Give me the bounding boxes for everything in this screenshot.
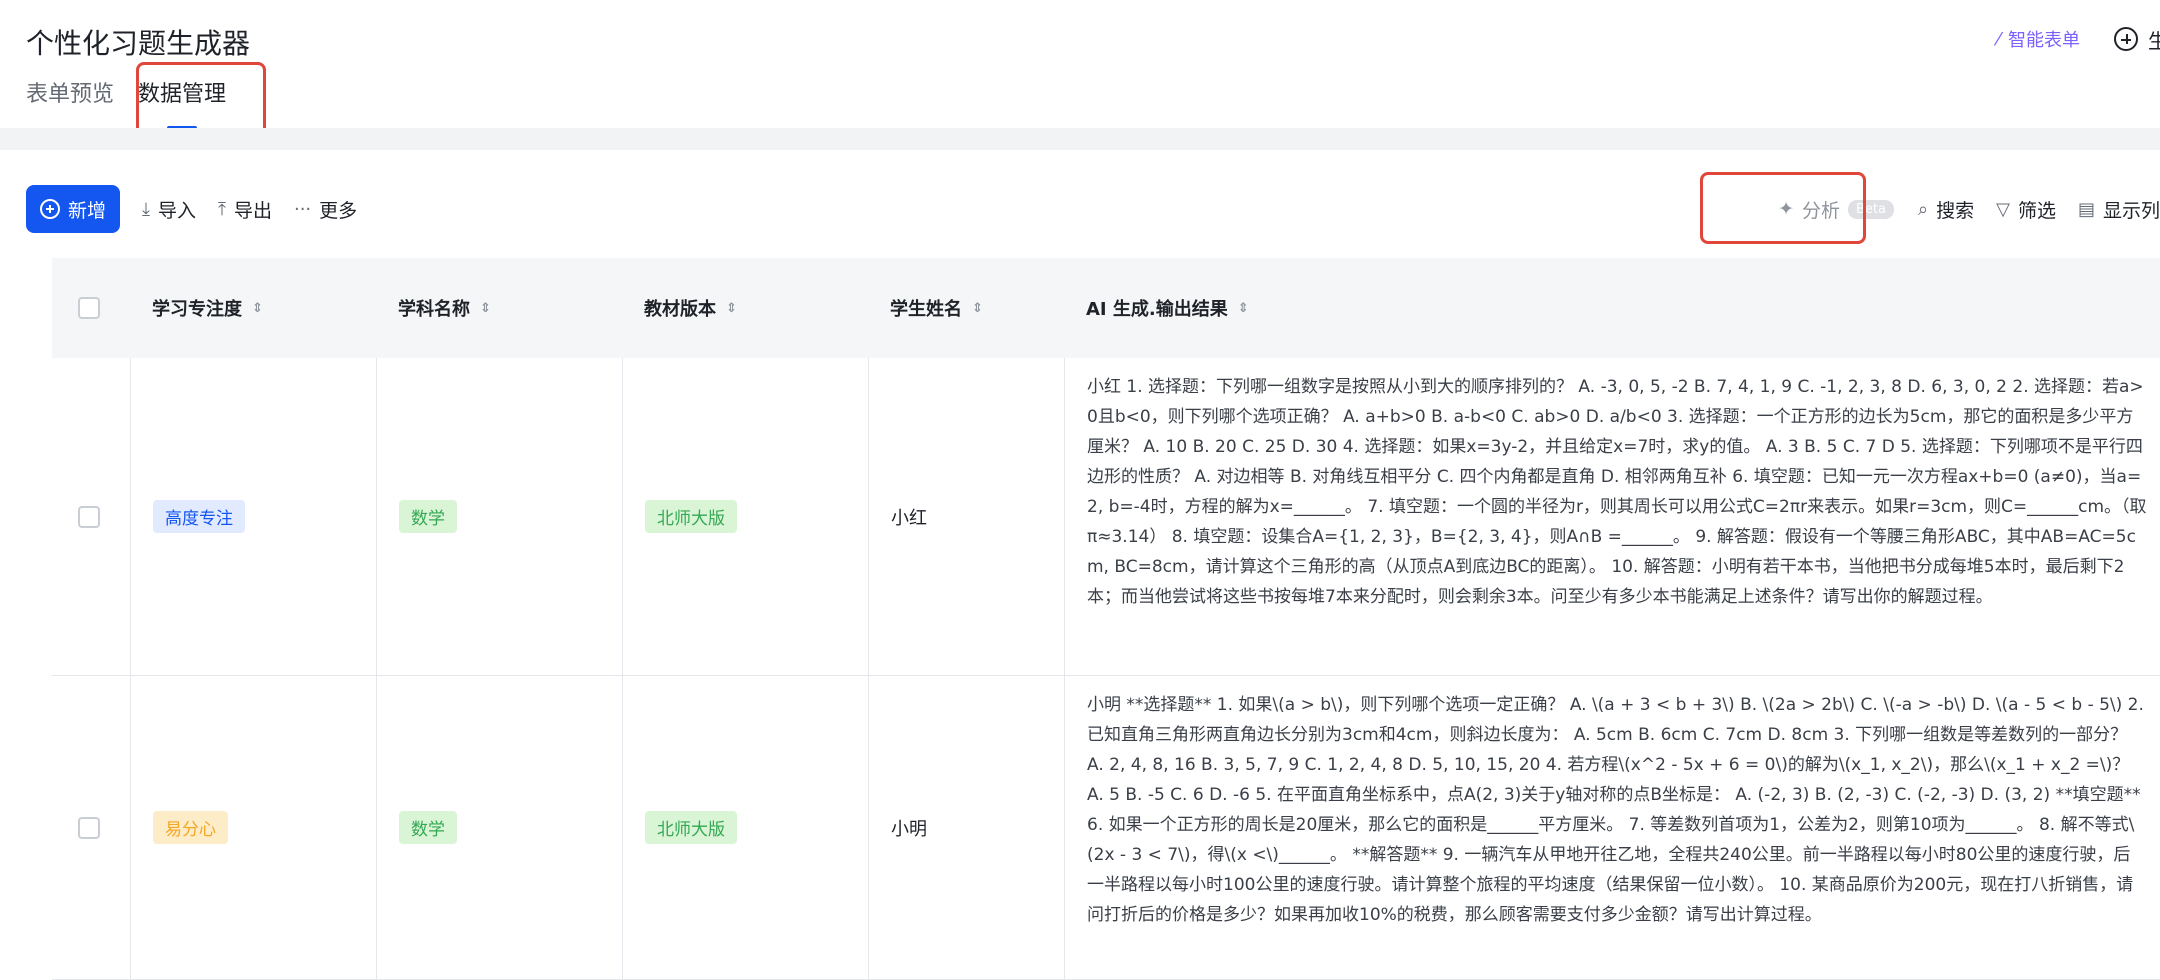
row-checkbox[interactable]	[78, 505, 100, 528]
smart-form-label: 智能表单	[2008, 30, 2080, 51]
import-button[interactable]: ⤓ 导入	[142, 196, 196, 223]
highlight-box-analyze	[1700, 172, 1866, 244]
more-label: 更多	[319, 199, 358, 222]
sort-icon[interactable]: ⇕	[1238, 301, 1249, 316]
create-button[interactable]: 生	[2114, 25, 2160, 54]
focus-cell[interactable]: 高度专注	[130, 358, 376, 675]
subject-cell[interactable]: 数学	[376, 676, 622, 979]
column-header-edition[interactable]: 教材版本 ⇕	[622, 295, 868, 321]
create-label: 生	[2148, 28, 2160, 53]
row-checkbox[interactable]	[78, 816, 100, 839]
top-bar: 个性化习题生成器 ⁄ 智能表单 生 表单预览 数据管理	[0, 0, 2160, 130]
student-name: 小红	[891, 507, 927, 529]
row-select	[52, 676, 130, 979]
table-header: 学习专注度 ⇕ 学科名称 ⇕ 教材版本 ⇕ 学生姓名 ⇕ AI 生成.输出结果 …	[52, 258, 2160, 358]
student-name: 小明	[891, 818, 927, 840]
subject-cell[interactable]: 数学	[376, 358, 622, 675]
column-title: AI 生成.输出结果	[1086, 299, 1228, 320]
import-label: 导入	[157, 199, 196, 222]
table-row[interactable]: 易分心 数学 北师大版 小明 小明 **选择题** 1. 如果\(a > b\)…	[52, 676, 2160, 980]
plus-circle-icon	[2114, 27, 2138, 51]
column-title: 学生姓名	[890, 299, 962, 320]
highlight-box-tab	[136, 62, 266, 136]
subject-tag: 数学	[399, 811, 457, 844]
header-select-all	[52, 297, 130, 319]
search-icon: ⌕	[1918, 198, 1929, 220]
column-title: 教材版本	[644, 299, 716, 320]
top-right-actions: ⁄ 智能表单 生	[1997, 22, 2160, 56]
sort-icon[interactable]: ⇕	[726, 301, 737, 316]
column-header-ai-output[interactable]: AI 生成.输出结果 ⇕	[1064, 295, 2160, 321]
student-cell[interactable]: 小明	[868, 676, 1064, 979]
select-all-checkbox[interactable]	[78, 297, 100, 319]
edition-tag: 北师大版	[645, 500, 737, 533]
data-table: 学习专注度 ⇕ 学科名称 ⇕ 教材版本 ⇕ 学生姓名 ⇕ AI 生成.输出结果 …	[52, 258, 2160, 980]
focus-tag: 易分心	[153, 811, 228, 844]
app-title: 个性化习题生成器	[26, 27, 251, 60]
sort-icon[interactable]: ⇕	[480, 301, 491, 316]
sort-icon[interactable]: ⇕	[252, 301, 263, 316]
more-button[interactable]: ··· 更多	[294, 196, 357, 223]
sort-icon[interactable]: ⇕	[972, 301, 983, 316]
export-label: 导出	[233, 199, 272, 222]
column-header-focus[interactable]: 学习专注度 ⇕	[130, 295, 376, 321]
column-header-subject[interactable]: 学科名称 ⇕	[376, 295, 622, 321]
column-title: 学科名称	[398, 299, 470, 320]
sparkle-icon: ⁄	[1996, 28, 2000, 50]
edition-tag: 北师大版	[645, 811, 737, 844]
ai-output-cell[interactable]: 小红 1. 选择题：下列哪一组数字是按照从小到大的顺序排列的？ A. -3, 0…	[1064, 358, 2160, 675]
table-row[interactable]: 高度专注 数学 北师大版 小红 小红 1. 选择题：下列哪一组数字是按照从小到大…	[52, 358, 2160, 676]
ai-output-text: 小红 1. 选择题：下列哪一组数字是按照从小到大的顺序排列的？ A. -3, 0…	[1087, 377, 2147, 607]
download-icon: ⤓	[142, 198, 150, 220]
columns-icon: ▤	[2077, 198, 2095, 220]
upload-icon: ⤒	[218, 198, 226, 220]
content-separator	[0, 128, 2160, 150]
show-columns-label: 显示列	[2102, 199, 2160, 222]
column-title: 学习专注度	[152, 299, 242, 320]
student-cell[interactable]: 小红	[868, 358, 1064, 675]
column-header-student[interactable]: 学生姓名 ⇕	[868, 295, 1064, 321]
smart-form-link[interactable]: ⁄ 智能表单	[1997, 26, 2080, 52]
tab-form-preview[interactable]: 表单预览	[26, 76, 114, 116]
row-select	[52, 358, 130, 675]
filter-label: 筛选	[2017, 199, 2056, 222]
search-label: 搜索	[1936, 199, 1975, 222]
show-columns-button[interactable]: ▤ 显示列	[2078, 196, 2160, 223]
subject-tag: 数学	[399, 500, 457, 533]
focus-tag: 高度专注	[153, 500, 245, 533]
focus-cell[interactable]: 易分心	[130, 676, 376, 979]
edition-cell[interactable]: 北师大版	[622, 358, 868, 675]
filter-button[interactable]: ▽ 筛选	[1996, 196, 2056, 223]
ai-output-text: 小明 **选择题** 1. 如果\(a > b\)，则下列哪个选项一定正确？ A…	[1087, 695, 2144, 925]
filter-icon: ▽	[1996, 198, 2010, 220]
tab-label: 表单预览	[26, 82, 115, 107]
plus-circle-icon	[40, 199, 60, 219]
search-button[interactable]: ⌕ 搜索	[1918, 196, 1974, 223]
export-button[interactable]: ⤒ 导出	[218, 196, 272, 223]
add-record-button[interactable]: 新增	[26, 185, 121, 233]
edition-cell[interactable]: 北师大版	[622, 676, 868, 979]
more-icon: ···	[293, 198, 312, 220]
add-record-label: 新增	[68, 199, 107, 222]
ai-output-cell[interactable]: 小明 **选择题** 1. 如果\(a > b\)，则下列哪个选项一定正确？ A…	[1064, 676, 2160, 979]
